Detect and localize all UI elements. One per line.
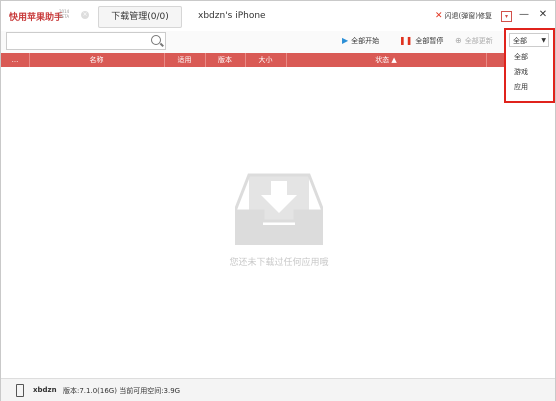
status-device-name: xbdzn [33,386,57,394]
app-window: 快用苹果助手 2014 BETA × 下载管理(0/0) xbdzn's iPh… [0,0,556,401]
empty-message: 您还未下载过任何应用哦 [229,258,329,268]
search-input[interactable] [6,32,166,50]
update-all-label: 全部更新 [464,37,493,45]
filter-option-all[interactable]: 全部 [509,50,549,65]
filter-dropdown: 全部 ▼ 全部 游戏 应用 [504,28,555,103]
pause-all-label: 全部暂停 [415,37,444,45]
chevron-down-icon: ▼ [541,37,546,44]
filter-option-apps[interactable]: 应用 [509,80,549,95]
column-header-compatible[interactable]: 适用 [164,53,206,67]
search-icon[interactable] [151,35,161,45]
start-all-label: 全部开始 [351,37,380,45]
column-header-select[interactable]: ... [1,53,30,67]
empty-inbox-icon [235,173,323,245]
filter-options-list: 全部 游戏 应用 [509,50,549,95]
column-header-name[interactable]: 名称 [29,53,165,67]
toolbar: ▶ 全部开始 ❚❚ 全部暂停 ⊕ 全部更新 [1,31,555,53]
column-header-status[interactable]: 状态 ▲ [286,53,487,67]
repair-button[interactable]: ✕ 闪退(弹窗)修复 [435,11,492,21]
app-beta-label: 2014 BETA [59,9,70,19]
status-label: 状态 [375,56,390,64]
minimize-icon[interactable]: — [518,9,530,21]
filter-select[interactable]: 全部 ▼ [509,33,549,47]
repair-label: 闪退(弹窗)修复 [444,12,493,20]
filter-selected-value: 全部 [513,37,527,45]
update-icon: ⊕ [455,36,462,45]
phone-icon [16,384,24,397]
wrench-icon: ✕ [435,11,443,21]
start-all-button[interactable]: ▶ 全部开始 [342,36,379,46]
status-device-info: 版本:7.1.0(16G) 当前可用空间:3.9G [63,387,181,395]
tab-close-icon[interactable]: × [81,11,89,19]
pause-icon: ❚❚ [399,36,413,45]
table-header: ... 名称 适用 版本 大小 状态 ▲ 操作 [1,53,555,67]
titlebar: 快用苹果助手 2014 BETA × 下载管理(0/0) xbdzn's iPh… [1,1,555,32]
device-name[interactable]: xbdzn's iPhone [198,11,266,21]
column-header-version[interactable]: 版本 [205,53,246,67]
update-all-button[interactable]: ⊕ 全部更新 [455,36,493,46]
play-icon: ▶ [342,36,349,45]
filter-option-games[interactable]: 游戏 [509,65,549,80]
skin-icon[interactable]: ▾ [501,11,512,22]
close-icon[interactable]: ✕ [537,9,549,21]
status-bar: xbdzn 版本:7.1.0(16G) 当前可用空间:3.9G [1,378,555,401]
pause-all-button[interactable]: ❚❚ 全部暂停 [399,36,443,46]
sort-up-icon: ▲ [391,56,397,64]
tab-download-manager[interactable]: 下载管理(0/0) [98,6,182,28]
column-header-size[interactable]: 大小 [245,53,287,67]
app-title: 快用苹果助手 [9,13,64,23]
